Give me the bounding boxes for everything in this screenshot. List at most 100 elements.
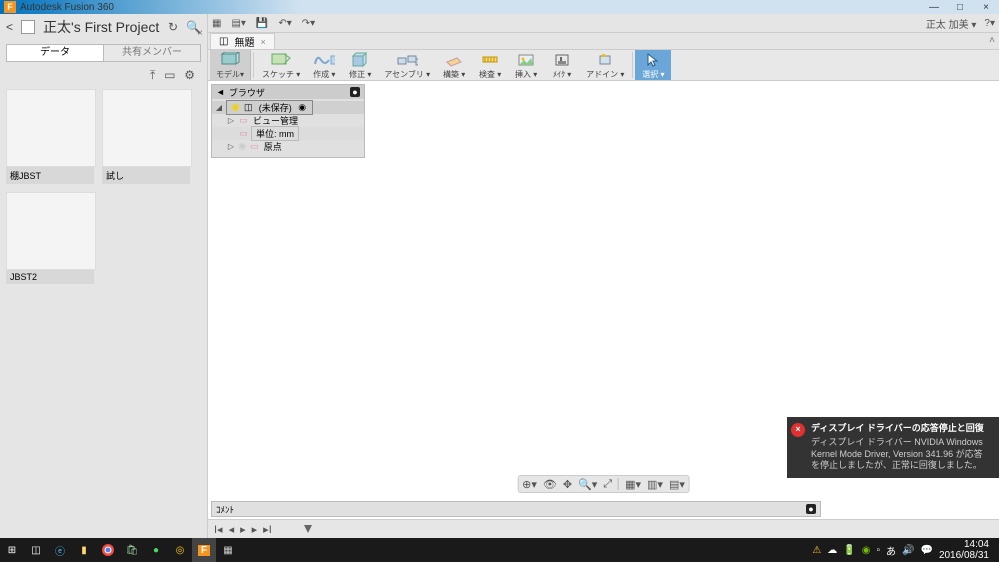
comments-panel[interactable]: ｺﾒﾝﾄ ● bbox=[211, 501, 821, 517]
insert-button[interactable]: 挿入 ▾ bbox=[508, 50, 544, 80]
workspace-model-button[interactable]: モデル▾ bbox=[210, 50, 251, 80]
display-style-icon[interactable]: ▦▾ bbox=[625, 478, 641, 491]
taskview-icon[interactable]: ◫ bbox=[24, 538, 48, 562]
timeline-start-icon[interactable]: I◂ bbox=[214, 523, 223, 536]
store-icon[interactable]: 🛍 bbox=[120, 538, 144, 562]
taskbar-clock[interactable]: 14:04 2016/08/31 bbox=[939, 539, 995, 561]
presspull-icon bbox=[349, 51, 371, 69]
tree-arrow-icon[interactable]: ▷ bbox=[226, 116, 236, 125]
grid-settings-icon[interactable]: ▥▾ bbox=[647, 478, 663, 491]
look-at-icon[interactable]: 👁 bbox=[543, 478, 557, 491]
line-icon[interactable]: ● bbox=[144, 538, 168, 562]
timeline-end-icon[interactable]: ▸I bbox=[263, 523, 272, 536]
panel-close-icon[interactable]: × bbox=[197, 28, 203, 39]
radio-icon[interactable]: ◉ bbox=[297, 102, 308, 113]
addin-button[interactable]: アドイン ▾ bbox=[580, 50, 630, 80]
notification-body: ディスプレイ ドライバー NVIDIA Windows Kernel Mode … bbox=[811, 437, 991, 472]
save-icon[interactable]: 💾 bbox=[256, 18, 268, 29]
bulb-icon[interactable]: ◉ bbox=[231, 102, 240, 113]
notification-close-icon[interactable]: × bbox=[791, 423, 805, 437]
design-thumb[interactable]: 試し bbox=[102, 89, 190, 184]
tree-arrow-icon[interactable]: ◢ bbox=[214, 103, 224, 112]
grid-icon[interactable]: ▦ bbox=[212, 18, 221, 29]
new-folder-icon[interactable]: ▭ bbox=[164, 68, 175, 82]
tray-action-center-icon[interactable]: 💬 bbox=[920, 545, 932, 556]
design-thumb[interactable]: JBST2 bbox=[6, 192, 94, 284]
window-maximize-button[interactable]: □ bbox=[947, 0, 973, 14]
fusion-taskbar-icon[interactable]: F bbox=[192, 538, 216, 562]
units-icon: ▭ bbox=[238, 128, 249, 139]
ribbon-label: ﾒｲｸ ▾ bbox=[553, 69, 571, 80]
data-panel: × < 正太's First Project ↻ 🔍 データ 共有メンバー ⤒ … bbox=[0, 14, 208, 538]
orbit-icon[interactable]: ⊕▾ bbox=[522, 478, 537, 491]
cursor-icon bbox=[642, 51, 664, 69]
fit-icon[interactable]: ⤢ bbox=[603, 478, 612, 491]
select-button[interactable]: 選択 ▾ bbox=[635, 50, 671, 80]
tray-battery-icon[interactable]: 🔋 bbox=[843, 545, 855, 556]
viewport-icon[interactable]: ▤▾ bbox=[669, 478, 685, 491]
assembly-button[interactable]: アセンブリ ▾ bbox=[378, 50, 436, 80]
browser-pin-icon[interactable]: ● bbox=[350, 87, 360, 97]
chrome-icon[interactable] bbox=[96, 538, 120, 562]
window-close-button[interactable]: × bbox=[973, 0, 999, 14]
tree-root[interactable]: ◢ ◉ ◫ (未保存) ◉ bbox=[212, 101, 364, 114]
tree-node-units[interactable]: ▭ 単位: mm bbox=[212, 127, 364, 140]
make-button[interactable]: ﾒｲｸ ▾ bbox=[544, 50, 580, 80]
app-icon[interactable]: ◎ bbox=[168, 538, 192, 562]
timeline-marker[interactable] bbox=[304, 525, 312, 533]
browser-collapse-icon[interactable]: ◄ bbox=[216, 87, 225, 97]
tray-ime-icon[interactable]: あ bbox=[886, 543, 896, 558]
timeline-back-icon[interactable]: ◂ bbox=[229, 523, 235, 536]
expand-ribbon-icon[interactable]: ˄ bbox=[989, 35, 995, 46]
comments-label: ｺﾒﾝﾄ bbox=[216, 503, 234, 516]
timeline-forward-icon[interactable]: ▸ bbox=[252, 523, 258, 536]
edge-icon[interactable]: ⓔ bbox=[48, 538, 72, 562]
tray-warning-icon[interactable]: ⚠ bbox=[812, 545, 821, 556]
thumb-image bbox=[6, 89, 96, 167]
thumb-caption: 試し bbox=[102, 167, 190, 184]
settings-icon[interactable]: ⚙ bbox=[184, 68, 195, 82]
design-thumb[interactable]: 棚JBST bbox=[6, 89, 94, 184]
redo-icon[interactable]: ↷▾ bbox=[302, 18, 315, 29]
document-tab[interactable]: ◫ 無題 × bbox=[210, 33, 275, 49]
image-icon bbox=[515, 51, 537, 69]
create-button[interactable]: 作成 ▾ bbox=[306, 50, 342, 80]
tree-arrow-icon[interactable]: ▷ bbox=[226, 142, 236, 151]
window-minimize-button[interactable]: — bbox=[921, 0, 947, 14]
file-menu-icon[interactable]: ▤▾ bbox=[231, 18, 245, 29]
tray-nvidia-icon[interactable]: ◉ bbox=[862, 545, 871, 556]
project-back-button[interactable]: < bbox=[6, 20, 13, 34]
sketch-button[interactable]: スケッチ ▾ bbox=[256, 50, 306, 80]
origin-icon: ▭ bbox=[249, 141, 260, 152]
bulb-icon[interactable]: ◉ bbox=[238, 141, 247, 152]
calculator-icon[interactable]: ▦ bbox=[216, 538, 240, 562]
upload-icon[interactable]: ⤒ bbox=[150, 68, 155, 82]
user-name[interactable]: 正太 加美 ▾ bbox=[926, 16, 977, 31]
comments-pin-icon[interactable]: ● bbox=[806, 504, 816, 514]
undo-icon[interactable]: ↶▾ bbox=[278, 18, 291, 29]
print3d-icon bbox=[551, 51, 573, 69]
refresh-icon[interactable]: ↻ bbox=[168, 20, 178, 34]
tab-members[interactable]: 共有メンバー bbox=[104, 44, 201, 62]
inspect-button[interactable]: 検査 ▾ bbox=[472, 50, 508, 80]
tray-volume-icon[interactable]: 🔊 bbox=[902, 545, 914, 556]
ribbon-label: 選択 ▾ bbox=[642, 69, 664, 80]
canvas[interactable]: ◄ ブラウザ ● ◢ ◉ ◫ (未保存) ◉ bbox=[208, 81, 999, 501]
help-icon[interactable]: ?▾ bbox=[984, 18, 995, 29]
zoom-icon[interactable]: 🔍▾ bbox=[578, 478, 597, 491]
timeline-play-icon[interactable]: ▸ bbox=[240, 523, 246, 536]
project-icon bbox=[21, 20, 35, 34]
tree-node-origin[interactable]: ▷ ◉ ▭ 原点 bbox=[212, 140, 364, 153]
thumb-image bbox=[102, 89, 192, 167]
construct-button[interactable]: 構築 ▾ bbox=[436, 50, 472, 80]
start-button[interactable]: ⊞ bbox=[0, 538, 24, 562]
tray-onedrive-icon[interactable]: ☁ bbox=[827, 545, 837, 556]
tray-network-icon[interactable]: ▫ bbox=[876, 545, 880, 556]
doc-tab-close-icon[interactable]: × bbox=[260, 37, 265, 47]
modify-button[interactable]: 修正 ▾ bbox=[342, 50, 378, 80]
notification-title: ディスプレイ ドライバーの応答停止と回復 bbox=[811, 423, 991, 435]
clock-date: 2016/08/31 bbox=[939, 550, 989, 561]
tab-data[interactable]: データ bbox=[6, 44, 104, 62]
explorer-icon[interactable]: ▮ bbox=[72, 538, 96, 562]
pan-icon[interactable]: ✥ bbox=[563, 478, 572, 491]
